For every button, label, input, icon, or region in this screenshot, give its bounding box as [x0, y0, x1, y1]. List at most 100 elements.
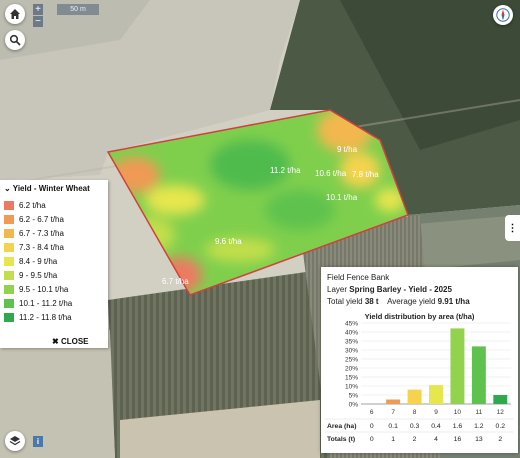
table-cell: 0.4 [431, 423, 441, 430]
layers-button[interactable] [5, 431, 25, 451]
table-cell: 1.6 [453, 423, 463, 430]
legend-swatch [4, 270, 14, 280]
bar[interactable] [407, 389, 422, 404]
table-cell: 2 [413, 436, 417, 443]
x-tick-label: 12 [497, 409, 505, 416]
zoom-out-button[interactable]: − [33, 16, 43, 27]
legend-label: 7.3 - 8.4 t/ha [19, 242, 64, 252]
legend-swatch [4, 228, 14, 238]
legend-item: 8.4 - 9 t/ha [4, 256, 57, 266]
table-row-label: Area (ha) [327, 423, 356, 430]
table-cell: 0.3 [410, 423, 420, 430]
y-tick-label: 40% [345, 330, 358, 337]
legend-title[interactable]: ⌄ Yield - Winter Wheat [4, 184, 90, 193]
table-cell: 1.2 [474, 423, 484, 430]
avg-yield-value: 9.91 t/ha [437, 297, 470, 306]
legend-item: 6.2 t/ha [4, 200, 46, 210]
legend-label: 10.1 - 11.2 t/ha [19, 298, 73, 308]
more-vertical-icon: ⋮ [507, 222, 518, 234]
chevron-down-icon: ⌄ [4, 184, 11, 193]
legend-panel: ⌄ Yield - Winter Wheat 6.2 t/ha 6.2 - 6.… [0, 180, 108, 348]
layer-line: Layer Spring Barley - Yield - 2025 [327, 285, 452, 294]
y-tick-label: 25% [345, 357, 358, 364]
field-label: 9 t/ha [337, 145, 358, 154]
zoom-in-button[interactable]: + [33, 4, 43, 15]
table-row-label: Totals (t) [327, 436, 355, 443]
legend-swatch [4, 284, 14, 294]
y-tick-label: 45% [345, 321, 358, 328]
field-name: Field Fence Bank [327, 273, 390, 282]
legend-label: 6.2 t/ha [19, 200, 46, 210]
field-label: 10.6 t/ha [315, 169, 347, 178]
legend-swatch [4, 298, 14, 308]
x-tick-label: 9 [434, 409, 438, 416]
layers-icon [9, 436, 21, 446]
y-tick-label: 5% [349, 393, 359, 400]
yield-distribution-chart: 0%5%10%15%20%25%30%35%40%45%6 7 8 9 10 11 12Ar… [325, 321, 514, 443]
field-info-panel: Field Fence Bank Layer Spring Barley - Y… [321, 267, 518, 453]
total-yield-value: 38 t [364, 297, 379, 306]
y-tick-label: 15% [345, 375, 358, 382]
table-cell: 13 [475, 436, 483, 443]
search-button[interactable] [5, 30, 25, 50]
side-menu-tab[interactable]: ⋮ [505, 215, 520, 241]
y-tick-label: 20% [345, 366, 358, 373]
bar[interactable] [471, 346, 486, 404]
legend-label: 8.4 - 9 t/ha [19, 256, 58, 266]
x-tick-label: 11 [475, 409, 482, 416]
bar[interactable] [493, 395, 508, 404]
y-tick-label: 0% [349, 402, 359, 409]
table-cell: 2 [498, 436, 502, 443]
legend-swatch [4, 214, 14, 224]
field-label: 9.6 t/ha [215, 237, 242, 246]
legend-swatch [4, 242, 14, 252]
yield-summary: Total yield 38 t Average yield 9.91 t/ha [327, 297, 470, 306]
search-icon [9, 34, 21, 46]
avg-yield-label: Average yield [387, 297, 436, 306]
legend-swatch [4, 200, 14, 210]
compass-button[interactable] [493, 5, 513, 25]
table-cell: 0 [370, 423, 374, 430]
field-label: 11.2 t/ha [270, 166, 301, 175]
info-icon: i [36, 437, 40, 446]
layer-value: Spring Barley - Yield - 2025 [349, 285, 452, 294]
y-tick-label: 35% [345, 339, 358, 346]
legend-label: 9.5 - 10.1 t/ha [19, 284, 69, 294]
x-tick-label: 6 [370, 409, 374, 416]
table-cell: 16 [454, 436, 462, 443]
legend-item: 10.1 - 11.2 t/ha [4, 298, 72, 308]
y-tick-label: 30% [345, 348, 358, 355]
legend-swatch [4, 256, 14, 266]
y-tick-label: 10% [345, 384, 358, 391]
close-label: CLOSE [60, 337, 89, 346]
info-button[interactable]: i [33, 436, 43, 447]
field-label: 7.8 t/ha [352, 170, 379, 179]
home-button[interactable] [5, 4, 25, 24]
layer-prefix: Layer [327, 285, 348, 294]
legend-item: 7.3 - 8.4 t/ha [4, 242, 64, 252]
table-cell: 0 [370, 436, 374, 443]
home-icon [10, 9, 20, 19]
bar[interactable] [386, 399, 401, 405]
legend-label: 6.2 - 6.7 t/ha [19, 214, 64, 224]
table-cell: 4 [434, 436, 438, 443]
close-icon: ✖ [52, 337, 59, 346]
scale-bar: 50 m [57, 4, 99, 15]
compass-icon [496, 8, 510, 22]
table-cell: 1 [391, 436, 395, 443]
legend-close-button[interactable]: ✖ CLOSE [52, 337, 89, 346]
x-tick-label: 7 [391, 409, 395, 416]
legend-item: 11.2 - 11.8 t/ha [4, 312, 72, 322]
legend-label: 6.7 - 7.3 t/ha [19, 228, 64, 238]
legend-title-text: Yield - Winter Wheat [12, 184, 90, 193]
bar[interactable] [450, 328, 465, 404]
table-cell: 0.1 [388, 423, 398, 430]
x-tick-label: 10 [454, 409, 462, 416]
legend-label: 9 - 9.5 t/ha [19, 270, 58, 280]
bar[interactable] [429, 385, 443, 404]
legend-item: 9 - 9.5 t/ha [4, 270, 57, 280]
total-yield-label: Total yield [327, 297, 363, 306]
legend-item: 6.7 - 7.3 t/ha [4, 228, 64, 238]
legend-item: 6.2 - 6.7 t/ha [4, 214, 64, 224]
legend-item: 9.5 - 10.1 t/ha [4, 284, 68, 294]
